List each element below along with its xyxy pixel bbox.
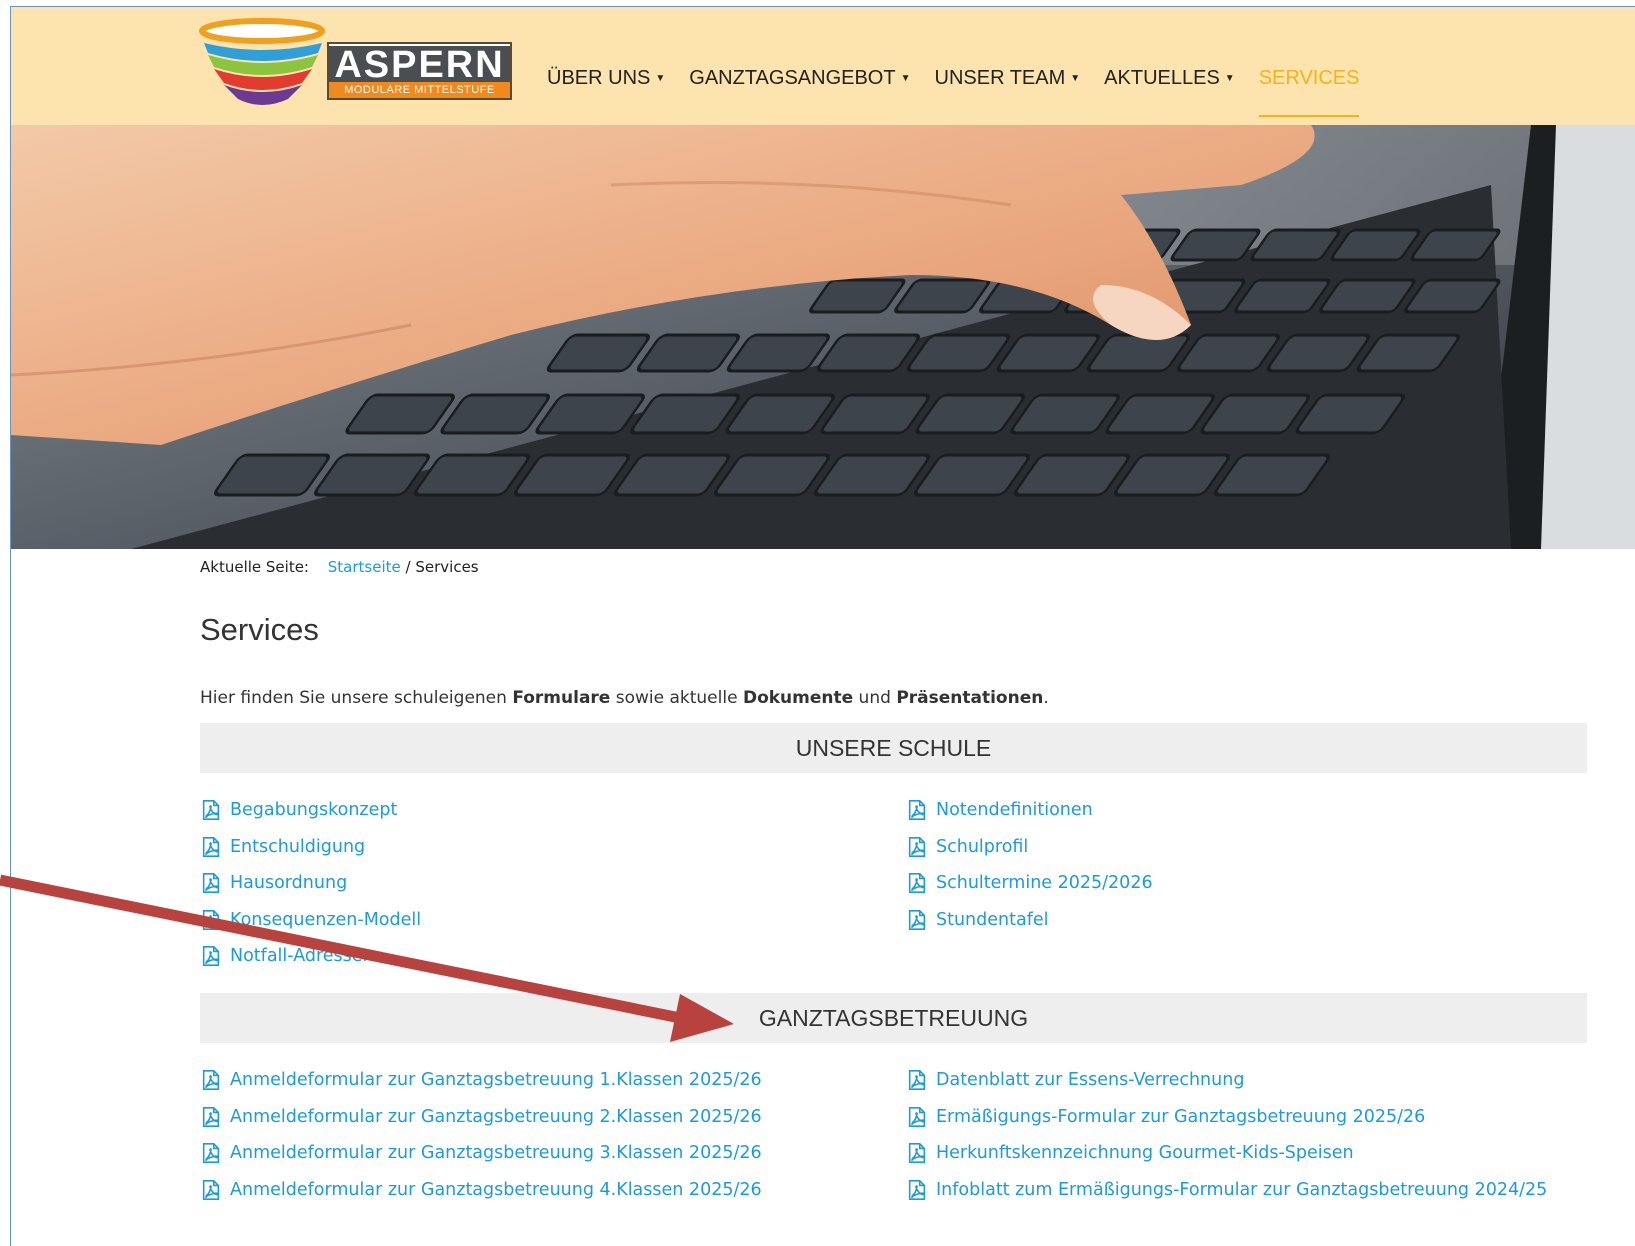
caret-down-icon: ▼ bbox=[1070, 72, 1081, 84]
doc-link[interactable]: Datenblatt zur Essens-Verrechnung bbox=[906, 1062, 1547, 1099]
pdf-icon bbox=[200, 836, 222, 858]
doc-link[interactable]: Begabungskonzept bbox=[200, 792, 421, 829]
hero-image bbox=[11, 125, 1635, 549]
pdf-icon bbox=[906, 1142, 928, 1164]
doc-link[interactable]: Anmeldeformular zur Ganztagsbetreuung 3.… bbox=[200, 1135, 762, 1172]
doc-link-label: Anmeldeformular zur Ganztagsbetreuung 4.… bbox=[230, 1179, 762, 1200]
doc-link[interactable]: Infoblatt zum Ermäßigungs-Formular zur G… bbox=[906, 1172, 1547, 1209]
intro-bold-praesentationen: Präsentationen bbox=[896, 688, 1044, 708]
pdf-icon bbox=[200, 945, 222, 967]
pdf-icon bbox=[200, 799, 222, 821]
nav-item-ueber-uns[interactable]: ÜBER UNS ▼ bbox=[547, 67, 665, 90]
doc-link-label: Hausordnung bbox=[230, 873, 348, 894]
doc-list-schule-right: Notendefinitionen Schulprofil Schultermi… bbox=[906, 792, 1153, 938]
doc-link-label: Notendefinitionen bbox=[936, 800, 1093, 821]
doc-link-label: Anmeldeformular zur Ganztagsbetreuung 1.… bbox=[230, 1070, 762, 1091]
keyboard-hand-photo-icon bbox=[11, 125, 1635, 549]
doc-link[interactable]: Anmeldeformular zur Ganztagsbetreuung 1.… bbox=[200, 1062, 762, 1099]
nav-label: ÜBER UNS bbox=[547, 66, 651, 89]
intro-text-2: sowie aktuelle bbox=[610, 688, 743, 708]
logo-wordmark: ASPERN MODULARE MITTELSTUFE bbox=[327, 42, 512, 100]
breadcrumb-current: Services bbox=[415, 558, 479, 576]
doc-list-schule-left: Begabungskonzept Entschuldigung Hausordn… bbox=[200, 792, 421, 975]
pdf-icon bbox=[200, 872, 222, 894]
pdf-icon bbox=[906, 1179, 928, 1201]
logo-word: ASPERN bbox=[329, 46, 510, 84]
breadcrumb-separator: / bbox=[405, 558, 411, 576]
intro-text-3: und bbox=[853, 688, 897, 708]
pdf-icon bbox=[200, 1106, 222, 1128]
doc-link-label: Herkunftskennzeichnung Gourmet-Kids-Spei… bbox=[936, 1143, 1354, 1164]
nav-label: SERVICES bbox=[1258, 66, 1360, 89]
nav-label: GANZTAGSANGEBOT bbox=[689, 66, 896, 89]
main-nav: ÜBER UNS ▼ GANZTAGSANGEBOT ▼ UNSER TEAM ▼ A… bbox=[547, 64, 1383, 117]
site-logo[interactable]: ASPERN MODULARE MITTELSTUFE bbox=[198, 17, 528, 113]
doc-link[interactable]: Notfall-Adressen bbox=[200, 938, 421, 975]
nav-item-services[interactable]: SERVICES bbox=[1258, 66, 1360, 117]
doc-link-label: Anmeldeformular zur Ganztagsbetreuung 3.… bbox=[230, 1143, 762, 1164]
intro-bold-dokumente: Dokumente bbox=[742, 688, 854, 708]
doc-link[interactable]: Stundentafel bbox=[906, 902, 1153, 939]
pdf-icon bbox=[906, 872, 928, 894]
pdf-icon bbox=[200, 1142, 222, 1164]
breadcrumb-prefix: Aktuelle Seite: bbox=[200, 558, 309, 576]
doc-link-label: Schultermine 2025/2026 bbox=[936, 873, 1153, 894]
doc-link[interactable]: Schulprofil bbox=[906, 829, 1153, 866]
intro-text: Hier finden Sie unsere schuleigenen Form… bbox=[200, 688, 1049, 708]
doc-link[interactable]: Schultermine 2025/2026 bbox=[906, 865, 1153, 902]
doc-link[interactable]: Entschuldigung bbox=[200, 829, 421, 866]
doc-link-label: Ermäßigungs-Formular zur Ganztagsbetreuu… bbox=[936, 1106, 1426, 1127]
doc-link-label: Infoblatt zum Ermäßigungs-Formular zur G… bbox=[936, 1179, 1548, 1200]
pdf-icon bbox=[906, 1069, 928, 1091]
intro-bold-formulare: Formulare bbox=[512, 688, 611, 708]
pdf-icon bbox=[200, 1179, 222, 1201]
doc-link[interactable]: Anmeldeformular zur Ganztagsbetreuung 2.… bbox=[200, 1099, 762, 1136]
pdf-icon bbox=[200, 1069, 222, 1091]
nav-item-unser-team[interactable]: UNSER TEAM ▼ bbox=[935, 67, 1081, 90]
section-header-ganztagsbetreuung: GANZTAGSBETREUUNG bbox=[200, 993, 1587, 1043]
doc-link[interactable]: Konsequenzen-Modell bbox=[200, 902, 421, 939]
pdf-icon bbox=[906, 836, 928, 858]
breadcrumb-home-link[interactable]: Startseite bbox=[328, 558, 401, 576]
doc-link-label: Schulprofil bbox=[936, 836, 1029, 857]
pdf-icon bbox=[200, 909, 222, 931]
page-title: Services bbox=[200, 612, 319, 647]
doc-link[interactable]: Hausordnung bbox=[200, 865, 421, 902]
caret-down-icon: ▼ bbox=[655, 72, 666, 84]
logo-subtitle: MODULARE MITTELSTUFE bbox=[329, 82, 510, 98]
doc-link-label: Konsequenzen-Modell bbox=[230, 909, 422, 930]
doc-link-label: Datenblatt zur Essens-Verrechnung bbox=[936, 1070, 1245, 1091]
doc-link-label: Stundentafel bbox=[936, 909, 1049, 930]
nav-item-aktuelles[interactable]: AKTUELLES ▼ bbox=[1104, 67, 1235, 90]
doc-link[interactable]: Herkunftskennzeichnung Gourmet-Kids-Spei… bbox=[906, 1135, 1547, 1172]
caret-down-icon: ▼ bbox=[900, 72, 911, 84]
breadcrumb: Aktuelle Seite: Startseite / Services bbox=[200, 558, 479, 576]
doc-link[interactable]: Anmeldeformular zur Ganztagsbetreuung 4.… bbox=[200, 1172, 762, 1209]
nav-label: UNSER TEAM bbox=[934, 66, 1066, 89]
doc-link[interactable]: Notendefinitionen bbox=[906, 792, 1153, 829]
intro-text-4: . bbox=[1043, 688, 1049, 708]
doc-link-label: Anmeldeformular zur Ganztagsbetreuung 2.… bbox=[230, 1106, 762, 1127]
site-header: ASPERN MODULARE MITTELSTUFE ÜBER UNS ▼ GA… bbox=[11, 7, 1635, 127]
pdf-icon bbox=[906, 1106, 928, 1128]
pdf-icon bbox=[906, 909, 928, 931]
doc-list-ganztag-right: Datenblatt zur Essens-Verrechnung Ermäßi… bbox=[906, 1062, 1547, 1208]
caret-down-icon: ▼ bbox=[1224, 72, 1235, 84]
bowl-logo-icon bbox=[199, 18, 325, 105]
section-header-unsere-schule: UNSERE SCHULE bbox=[200, 723, 1587, 773]
pdf-icon bbox=[906, 799, 928, 821]
doc-link[interactable]: Ermäßigungs-Formular zur Ganztagsbetreuu… bbox=[906, 1099, 1547, 1136]
doc-list-ganztag-left: Anmeldeformular zur Ganztagsbetreuung 1.… bbox=[200, 1062, 762, 1208]
doc-link-label: Begabungskonzept bbox=[230, 800, 398, 821]
nav-label: AKTUELLES bbox=[1104, 66, 1220, 89]
doc-link-label: Notfall-Adressen bbox=[230, 946, 374, 967]
nav-item-ganztagsangebot[interactable]: GANZTAGSANGEBOT ▼ bbox=[689, 67, 910, 90]
doc-link-label: Entschuldigung bbox=[230, 836, 366, 857]
intro-text-1: Hier finden Sie unsere schuleigenen bbox=[200, 688, 513, 708]
